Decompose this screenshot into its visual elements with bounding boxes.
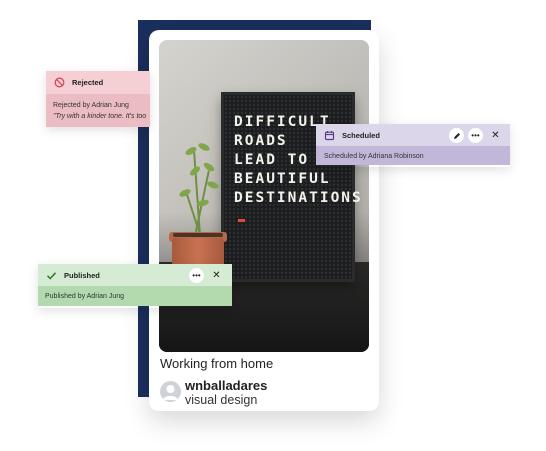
rejected-status-header: Rejected (46, 71, 150, 94)
scheduled-by-text: Scheduled by Adriana Robinson (324, 153, 424, 160)
rejection-comment: "Try with a kinder tone. It's too (53, 113, 147, 120)
published-by-text: Published by Adrian Jung (45, 293, 124, 300)
post-caption: Working from home (160, 356, 274, 371)
avatar[interactable] (160, 381, 181, 402)
rejected-by-text: Rejected by Adrian Jung (53, 102, 129, 109)
scheduled-status-card: Scheduled ••• ✕ Scheduled by Adriana Rob… (316, 124, 510, 167)
edit-icon (453, 132, 460, 139)
published-status-title: Published (64, 271, 100, 280)
close-icon: ✕ (491, 130, 500, 141)
rejected-status-title: Rejected (72, 78, 104, 87)
author-name[interactable]: wnballadares (185, 378, 267, 393)
letter-board: DIFFICULT ROADS LEAD TO BEAUTIFUL DESTIN… (221, 92, 361, 282)
calendar-icon (324, 131, 335, 141)
published-status-card: Published ••• ✕ Published by Adrian Jung (38, 264, 232, 308)
published-status-header: Published ••• ✕ (38, 264, 232, 286)
author-role: visual design (185, 393, 258, 407)
no-entry-icon (54, 77, 65, 88)
checkmark-icon (46, 272, 57, 280)
scheduled-status-header: Scheduled ••• ✕ (316, 124, 510, 146)
scheduled-status-title: Scheduled (342, 131, 380, 140)
rejected-status-body: Rejected by Adrian Jung "Try with a kind… (46, 94, 150, 127)
user-icon (163, 385, 178, 400)
scheduled-status-body: Scheduled by Adriana Robinson (316, 146, 510, 165)
close-icon: ✕ (212, 270, 221, 281)
close-button[interactable]: ✕ (209, 268, 224, 283)
more-options-button[interactable]: ••• (189, 268, 204, 283)
close-button[interactable]: ✕ (488, 128, 503, 143)
post-card[interactable]: DIFFICULT ROADS LEAD TO BEAUTIFUL DESTIN… (149, 30, 379, 411)
more-options-button[interactable]: ••• (468, 128, 483, 143)
rejected-status-card: Rejected Rejected by Adrian Jung "Try wi… (46, 71, 150, 127)
more-icon: ••• (192, 270, 201, 280)
edit-button[interactable] (449, 128, 464, 143)
published-status-body: Published by Adrian Jung (38, 286, 232, 306)
more-icon: ••• (471, 130, 480, 140)
letter-board-dash (238, 219, 245, 222)
